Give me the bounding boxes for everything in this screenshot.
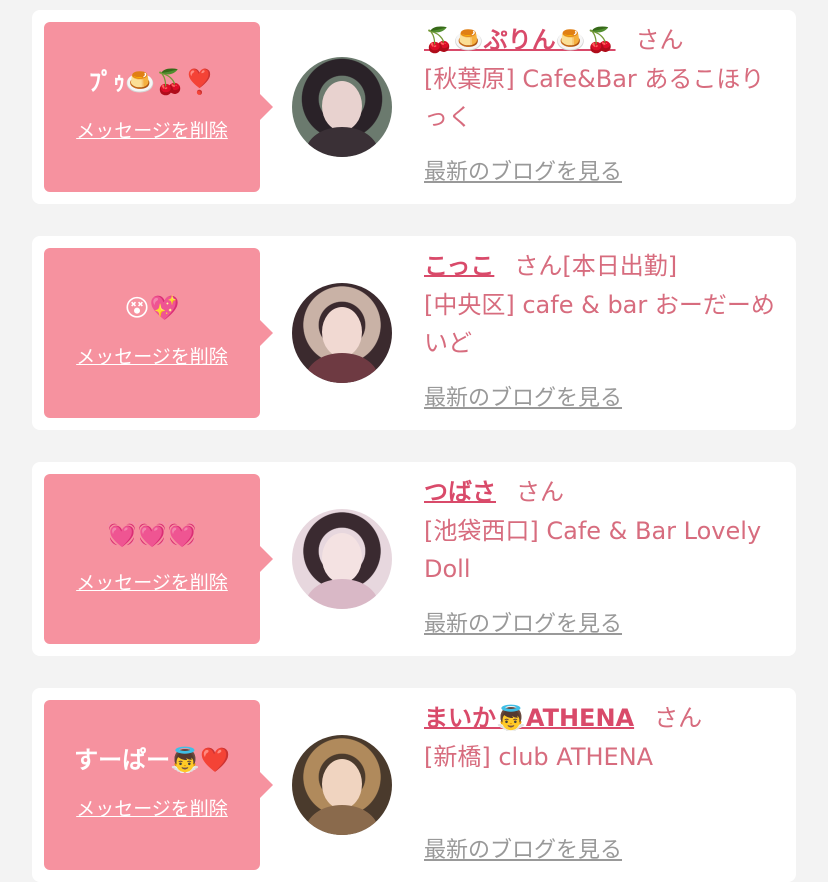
avatar[interactable] xyxy=(292,57,392,157)
latest-blog-link[interactable]: 最新のブログを見る xyxy=(424,836,622,866)
honorific: さん xyxy=(654,704,703,732)
message-bubble[interactable]: ﾌﾟｩ🍮🍒❣️ メッセージを削除 xyxy=(44,22,273,192)
message-text: 😵💖 xyxy=(124,294,180,322)
latest-blog-link[interactable]: 最新のブログを見る xyxy=(424,610,622,640)
name-line: まいか👼ATHENA さん xyxy=(424,698,784,738)
cast-card: 💓💓💓 メッセージを削除 つばさ さん [池袋西口] Cafe & Bar Lov… xyxy=(32,462,796,656)
avatar-face xyxy=(322,759,362,809)
name-line: こっこ さん[本日出勤] xyxy=(424,246,784,286)
delete-message-link[interactable]: メッセージを削除 xyxy=(44,796,260,822)
cast-name-link[interactable]: つばさ xyxy=(424,478,496,506)
cast-info: つばさ さん [池袋西口] Cafe & Bar Lovely Doll xyxy=(424,472,784,588)
avatar[interactable] xyxy=(292,735,392,835)
name-line: 🍒🍮ぷりん🍮🍒 さん xyxy=(424,20,784,60)
message-text: すーぱー👼❤️ xyxy=(74,746,230,774)
shop-name: [秋葉原] Cafe&Bar あるこほりっく xyxy=(424,65,765,131)
cast-card: ﾌﾟｩ🍮🍒❣️ メッセージを削除 🍒🍮ぷりん🍮🍒 さん [秋葉原] Cafe&Ba… xyxy=(32,10,796,204)
shop-name: [池袋西口] Cafe & Bar Lovely Doll xyxy=(424,517,762,583)
cast-name-link[interactable]: 🍒🍮ぷりん🍮🍒 xyxy=(424,26,616,54)
message-text: ﾌﾟｩ🍮🍒❣️ xyxy=(89,68,215,96)
honorific: さん xyxy=(635,26,684,54)
avatar-face xyxy=(322,533,362,583)
delete-message-link[interactable]: メッセージを削除 xyxy=(44,344,260,370)
latest-blog-link[interactable]: 最新のブログを見る xyxy=(424,384,622,414)
message-text: 💓💓💓 xyxy=(107,520,197,548)
honorific: さん[本日出勤] xyxy=(514,252,678,280)
favorite-cast-list: ﾌﾟｩ🍮🍒❣️ メッセージを削除 🍒🍮ぷりん🍮🍒 さん [秋葉原] Cafe&Ba… xyxy=(0,0,828,882)
cast-name-link[interactable]: こっこ xyxy=(424,252,494,280)
cast-name-link[interactable]: まいか👼ATHENA xyxy=(424,704,634,732)
message-bubble[interactable]: 💓💓💓 メッセージを削除 xyxy=(44,474,273,644)
message-bubble[interactable]: すーぱー👼❤️ メッセージを削除 xyxy=(44,700,273,870)
name-line: つばさ さん xyxy=(424,472,784,512)
cast-card: 😵💖 メッセージを削除 こっこ さん[本日出勤] [中央区] cafe & bar… xyxy=(32,236,796,430)
avatar-face xyxy=(322,307,362,357)
delete-message-link[interactable]: メッセージを削除 xyxy=(44,118,260,144)
avatar[interactable] xyxy=(292,283,392,383)
delete-message-link[interactable]: メッセージを削除 xyxy=(44,570,260,596)
cast-info: 🍒🍮ぷりん🍮🍒 さん [秋葉原] Cafe&Bar あるこほりっく xyxy=(424,20,784,136)
cast-info: こっこ さん[本日出勤] [中央区] cafe & bar おーだーめいど xyxy=(424,246,784,362)
message-bubble[interactable]: 😵💖 メッセージを削除 xyxy=(44,248,273,418)
shop-name: [中央区] cafe & bar おーだーめいど xyxy=(424,291,775,357)
cast-card: すーぱー👼❤️ メッセージを削除 まいか👼ATHENA さん [新橋] club … xyxy=(32,688,796,882)
shop-name: [新橋] club ATHENA xyxy=(424,743,654,771)
avatar[interactable] xyxy=(292,509,392,609)
cast-info: まいか👼ATHENA さん [新橋] club ATHENA xyxy=(424,698,784,776)
honorific: さん xyxy=(516,478,564,506)
latest-blog-link[interactable]: 最新のブログを見る xyxy=(424,158,622,188)
avatar-face xyxy=(322,81,362,131)
